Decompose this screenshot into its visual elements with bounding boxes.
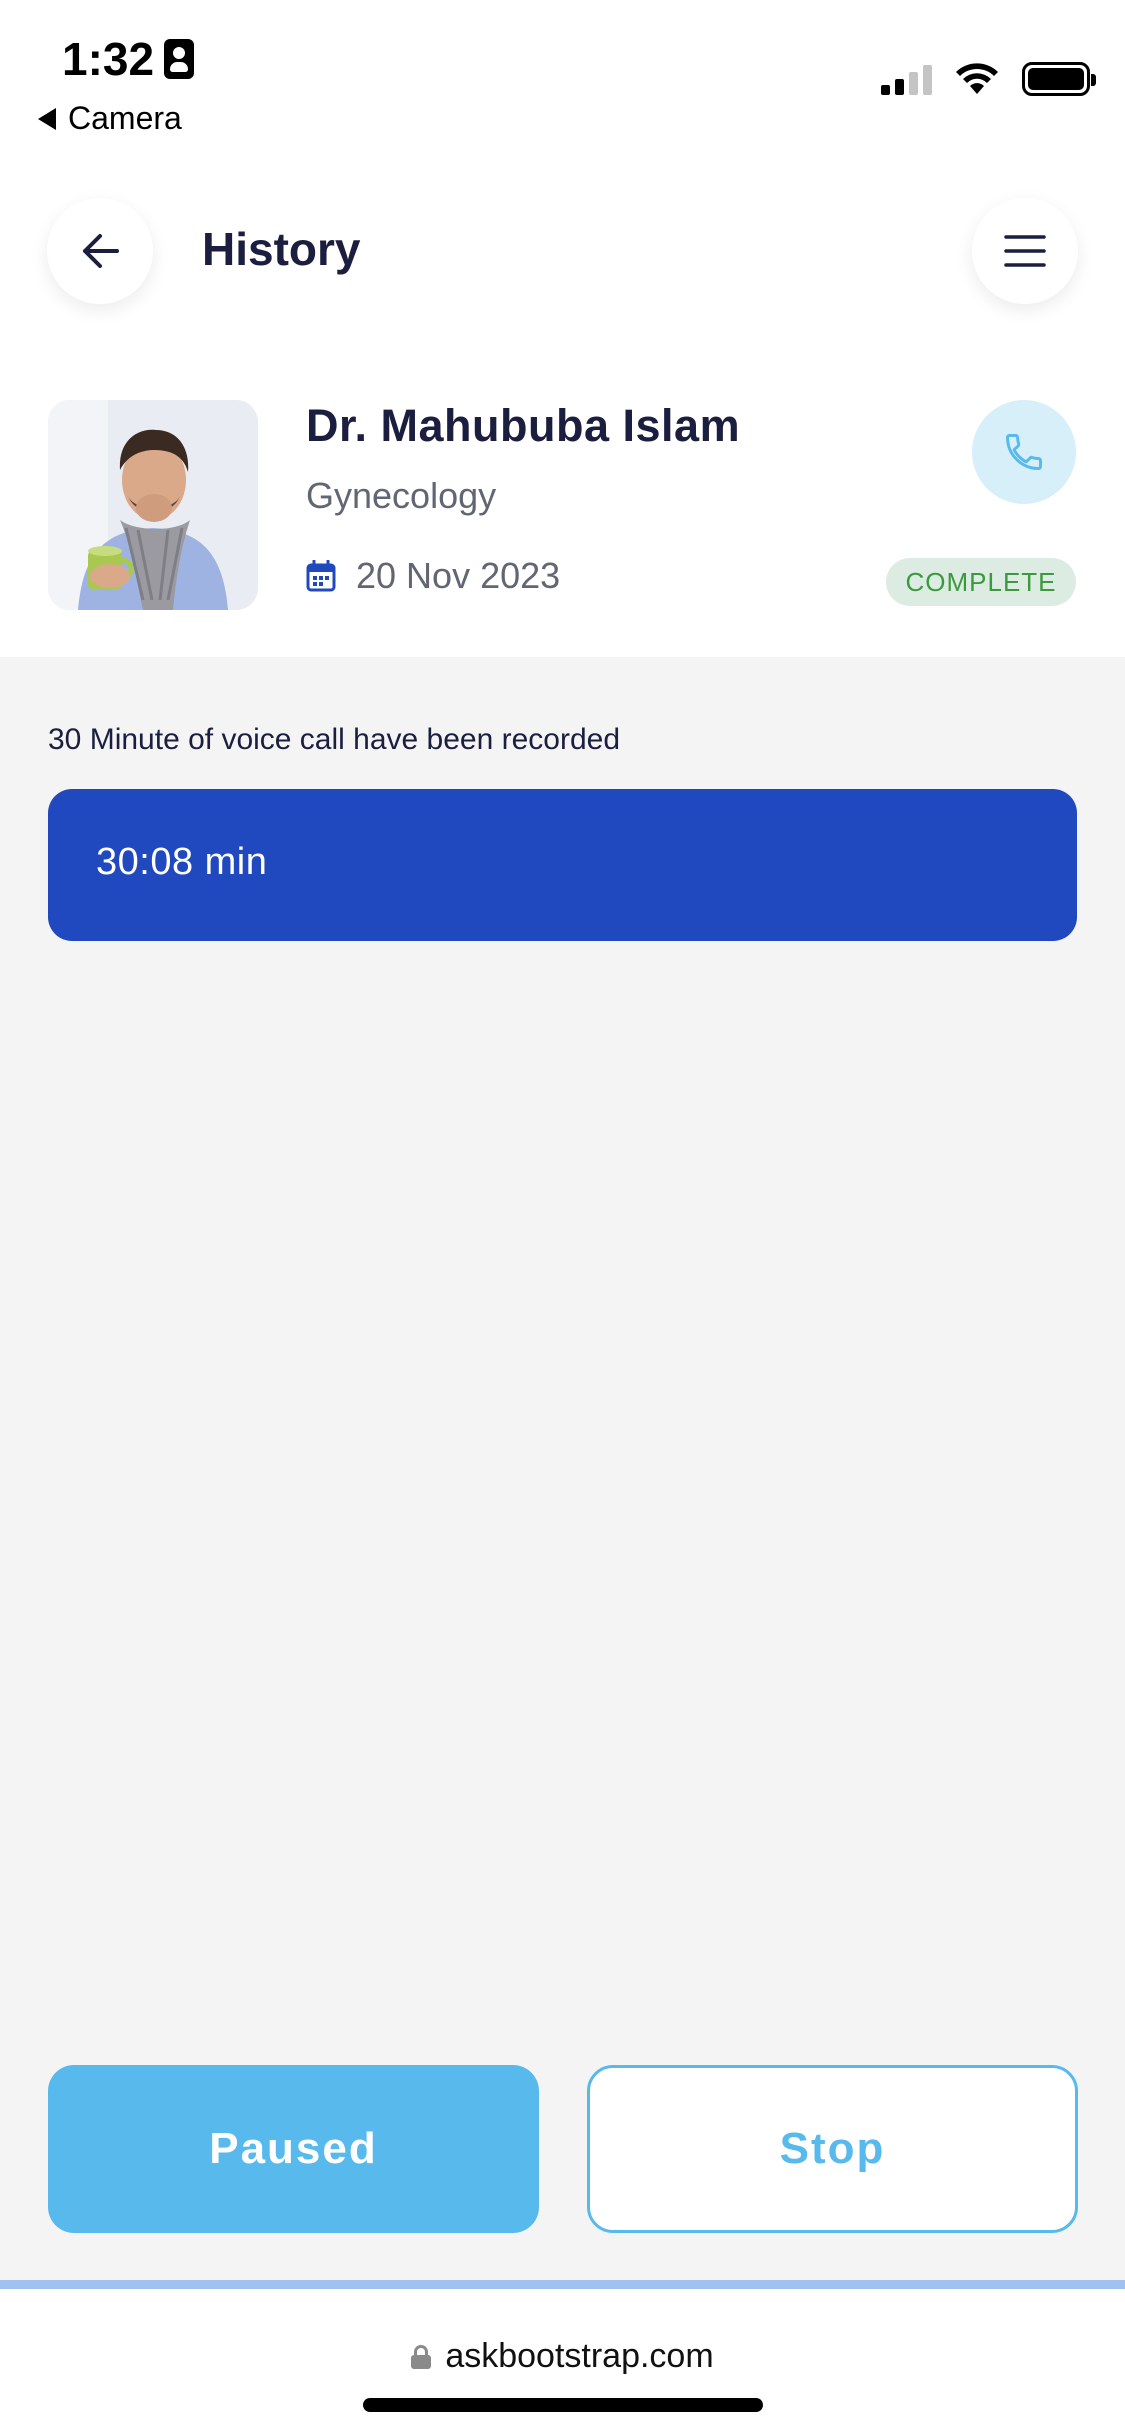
hamburger-menu-icon bbox=[1004, 235, 1046, 267]
home-indicator[interactable] bbox=[363, 2398, 763, 2412]
doctor-avatar bbox=[48, 400, 258, 610]
back-to-app-link[interactable]: Camera bbox=[38, 100, 182, 137]
url-display[interactable]: askbootstrap.com bbox=[0, 2337, 1125, 2376]
doctor-specialty: Gynecology bbox=[306, 475, 497, 516]
back-triangle-icon bbox=[38, 107, 56, 130]
appointment-date: 20 Nov 2023 bbox=[306, 555, 560, 597]
clock: 1:32 bbox=[62, 32, 195, 86]
arrow-left-icon bbox=[83, 234, 119, 268]
call-button[interactable] bbox=[972, 400, 1076, 504]
contact-card-icon bbox=[164, 39, 195, 79]
status-bar: 1:32 Camera bbox=[0, 0, 1125, 150]
browser-url-bar[interactable]: askbootstrap.com bbox=[0, 2289, 1125, 2436]
menu-button[interactable] bbox=[972, 198, 1078, 304]
clock-time: 1:32 bbox=[62, 33, 155, 85]
system-icons bbox=[881, 62, 1096, 96]
back-app-label: Camera bbox=[68, 100, 182, 136]
page-title: History bbox=[202, 223, 361, 275]
stop-button[interactable]: Stop bbox=[587, 2065, 1078, 2233]
battery-icon bbox=[1022, 62, 1096, 96]
phone-icon bbox=[1006, 434, 1042, 470]
recording-duration: 30:08 min bbox=[96, 841, 268, 883]
recording-note: 30 Minute of voice call have been record… bbox=[48, 723, 621, 756]
avatar-illustration bbox=[48, 400, 258, 610]
status-badge: COMPLETE bbox=[886, 558, 1076, 606]
lock-icon bbox=[411, 2344, 432, 2369]
wifi-icon bbox=[956, 63, 998, 94]
doctor-name: Dr. Mahububa Islam bbox=[306, 400, 741, 451]
cellular-signal-icon bbox=[881, 63, 932, 95]
url-text: askbootstrap.com bbox=[445, 2337, 714, 2375]
page-header: History bbox=[0, 150, 1125, 350]
date-text: 20 Nov 2023 bbox=[356, 555, 561, 596]
recording-duration-bar: 30:08 min bbox=[48, 789, 1077, 941]
recording-section: 30 Minute of voice call have been record… bbox=[0, 657, 1125, 2280]
calendar-icon bbox=[306, 560, 336, 592]
back-button[interactable] bbox=[47, 198, 153, 304]
url-bar-divider bbox=[0, 2280, 1125, 2289]
doctor-card: Dr. Mahububa Islam Gynecology 20 Nov 202… bbox=[0, 350, 1125, 657]
paused-button[interactable]: Paused bbox=[48, 2065, 539, 2233]
